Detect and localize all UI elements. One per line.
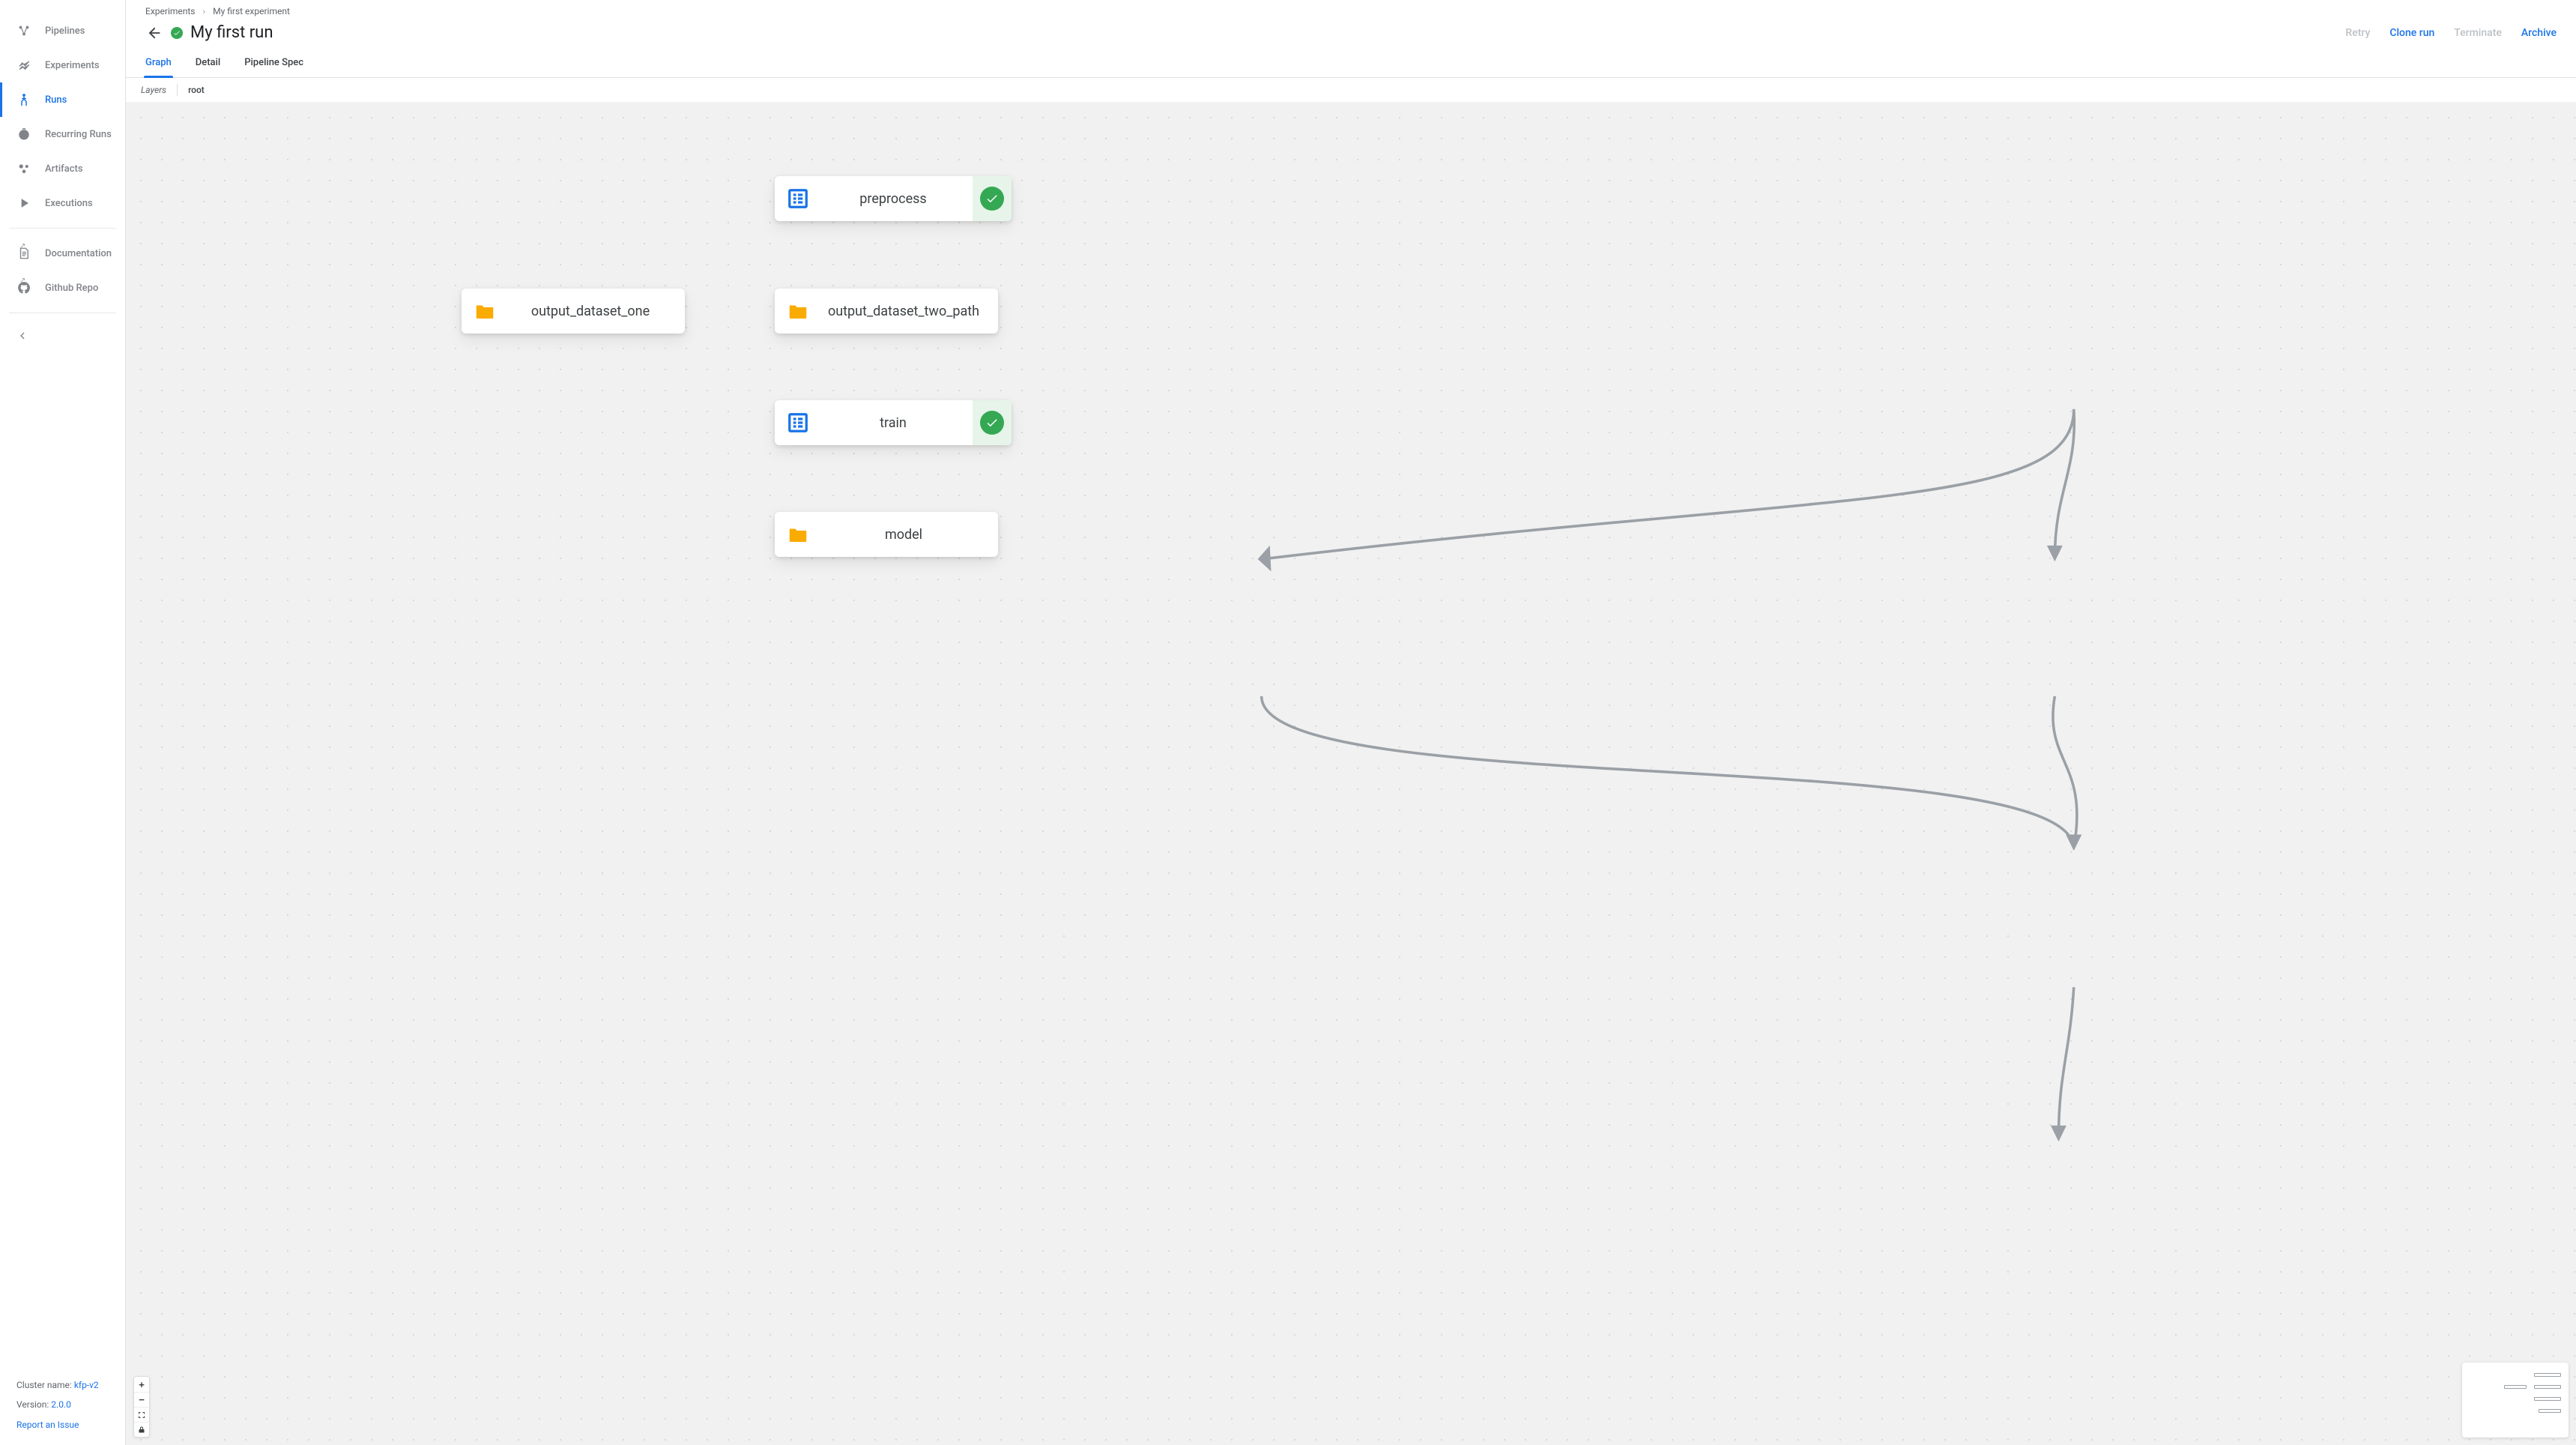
tab-graph[interactable]: Graph [145, 49, 172, 77]
artifact-icon [474, 300, 496, 322]
sidebar-item-label: Runs [45, 94, 67, 106]
sidebar-item-recurring-runs[interactable]: Recurring Runs [0, 117, 125, 151]
graph-canvas-wrap: preprocess output_dataset_one [126, 103, 2576, 1445]
sidebar-collapse-button[interactable] [0, 321, 125, 351]
lock-icon [137, 1426, 146, 1435]
version-label: Version: [16, 1399, 49, 1410]
version-link[interactable]: 2.0.0 [51, 1399, 71, 1410]
retry-button[interactable]: Retry [2345, 27, 2370, 39]
sidebar-item-label: Github Repo [45, 283, 98, 294]
graph-node-label: output_dataset_two_path [821, 304, 986, 319]
breadcrumb-bar: Experiments › My first experiment [126, 0, 2576, 19]
cluster-label: Cluster name: [16, 1380, 72, 1390]
terminate-button[interactable]: Terminate [2454, 27, 2502, 39]
graph-node-model[interactable]: model [775, 512, 998, 557]
graph-node-preprocess[interactable]: preprocess [775, 176, 1012, 221]
sidebar-item-executions[interactable]: Executions [0, 186, 125, 220]
sidebar-item-github[interactable]: Github Repo [0, 271, 125, 305]
graph-node-label: train [821, 415, 965, 431]
chevron-left-icon [16, 330, 28, 342]
zoom-controls: + − [133, 1376, 150, 1438]
check-icon [173, 29, 181, 37]
breadcrumb-experiment-name[interactable]: My first experiment [213, 6, 290, 16]
back-button[interactable] [145, 24, 163, 42]
artifact-icon [787, 300, 809, 322]
recurring-runs-icon [16, 127, 31, 142]
sidebar: Pipelines Experiments Runs Recurring Run… [0, 0, 126, 1445]
archive-button[interactable]: Archive [2521, 27, 2557, 39]
title-row: My first run Retry Clone run Terminate A… [126, 19, 2576, 49]
fit-icon [137, 1411, 146, 1420]
breadcrumbs: Experiments › My first experiment [145, 4, 2557, 18]
sidebar-separator [9, 228, 116, 229]
tabbar: Graph Detail Pipeline Spec [126, 49, 2576, 78]
sidebar-item-label: Experiments [45, 60, 100, 71]
runs-icon [16, 92, 31, 107]
sidebar-item-label: Documentation [45, 248, 112, 259]
sidebar-footer: Cluster name: kfp-v2 Version: 2.0.0 Repo… [0, 1375, 125, 1445]
zoom-fit-button[interactable] [134, 1407, 149, 1422]
experiments-icon [16, 58, 31, 73]
graph-node-label: model [821, 527, 986, 543]
graph-node-dataset-two[interactable]: output_dataset_two_path [775, 289, 998, 334]
success-icon [980, 411, 1004, 435]
pipelines-icon [16, 23, 31, 38]
header-actions: Retry Clone run Terminate Archive [2345, 27, 2557, 39]
artifacts-icon [16, 161, 31, 176]
layers-label: Layers [141, 85, 166, 95]
sidebar-item-label: Recurring Runs [45, 129, 112, 140]
task-icon [787, 411, 809, 434]
graph-node-label: output_dataset_one [508, 304, 673, 319]
tab-detail[interactable]: Detail [196, 49, 220, 77]
sidebar-item-runs[interactable]: Runs [0, 82, 125, 117]
sidebar-item-label: Pipelines [45, 25, 85, 37]
page-title: My first run [190, 23, 273, 42]
sidebar-item-experiments[interactable]: Experiments [0, 48, 125, 82]
run-status-badge [171, 27, 183, 39]
sidebar-item-label: Artifacts [45, 163, 83, 175]
graph-canvas[interactable]: preprocess output_dataset_one [126, 103, 2576, 1445]
sidebar-item-artifacts[interactable]: Artifacts [0, 151, 125, 186]
report-issue-link[interactable]: Report an Issue [16, 1420, 79, 1430]
artifact-icon [787, 523, 809, 546]
executions-icon [16, 196, 31, 211]
github-icon [16, 280, 31, 295]
main: Experiments › My first experiment My fir… [126, 0, 2576, 1445]
graph-node-train[interactable]: train [775, 400, 1012, 445]
sidebar-nav: Pipelines Experiments Runs Recurring Run… [0, 0, 125, 351]
layers-separator [177, 84, 178, 96]
arrow-back-icon [146, 25, 163, 41]
breadcrumb-separator: › [203, 6, 206, 16]
clone-run-button[interactable]: Clone run [2389, 27, 2434, 39]
layers-root[interactable]: root [188, 85, 205, 95]
cluster-link[interactable]: kfp-v2 [74, 1380, 99, 1390]
layers-row: Layers root [126, 78, 2576, 103]
zoom-lock-button[interactable] [134, 1422, 149, 1437]
graph-node-label: preprocess [821, 191, 965, 207]
zoom-out-button[interactable]: − [134, 1392, 149, 1407]
sidebar-item-pipelines[interactable]: Pipelines [0, 13, 125, 48]
breadcrumb-experiments[interactable]: Experiments [145, 6, 196, 16]
sidebar-item-documentation[interactable]: Documentation [0, 236, 125, 271]
documentation-icon [16, 246, 31, 261]
minimap[interactable] [2462, 1363, 2569, 1438]
success-icon [980, 187, 1004, 211]
task-icon [787, 187, 809, 210]
graph-node-status [973, 400, 1012, 445]
zoom-in-button[interactable]: + [134, 1377, 149, 1392]
graph-node-dataset-one[interactable]: output_dataset_one [462, 289, 685, 334]
tab-pipeline-spec[interactable]: Pipeline Spec [244, 49, 303, 77]
graph-node-status [973, 176, 1012, 221]
sidebar-item-label: Executions [45, 198, 93, 209]
